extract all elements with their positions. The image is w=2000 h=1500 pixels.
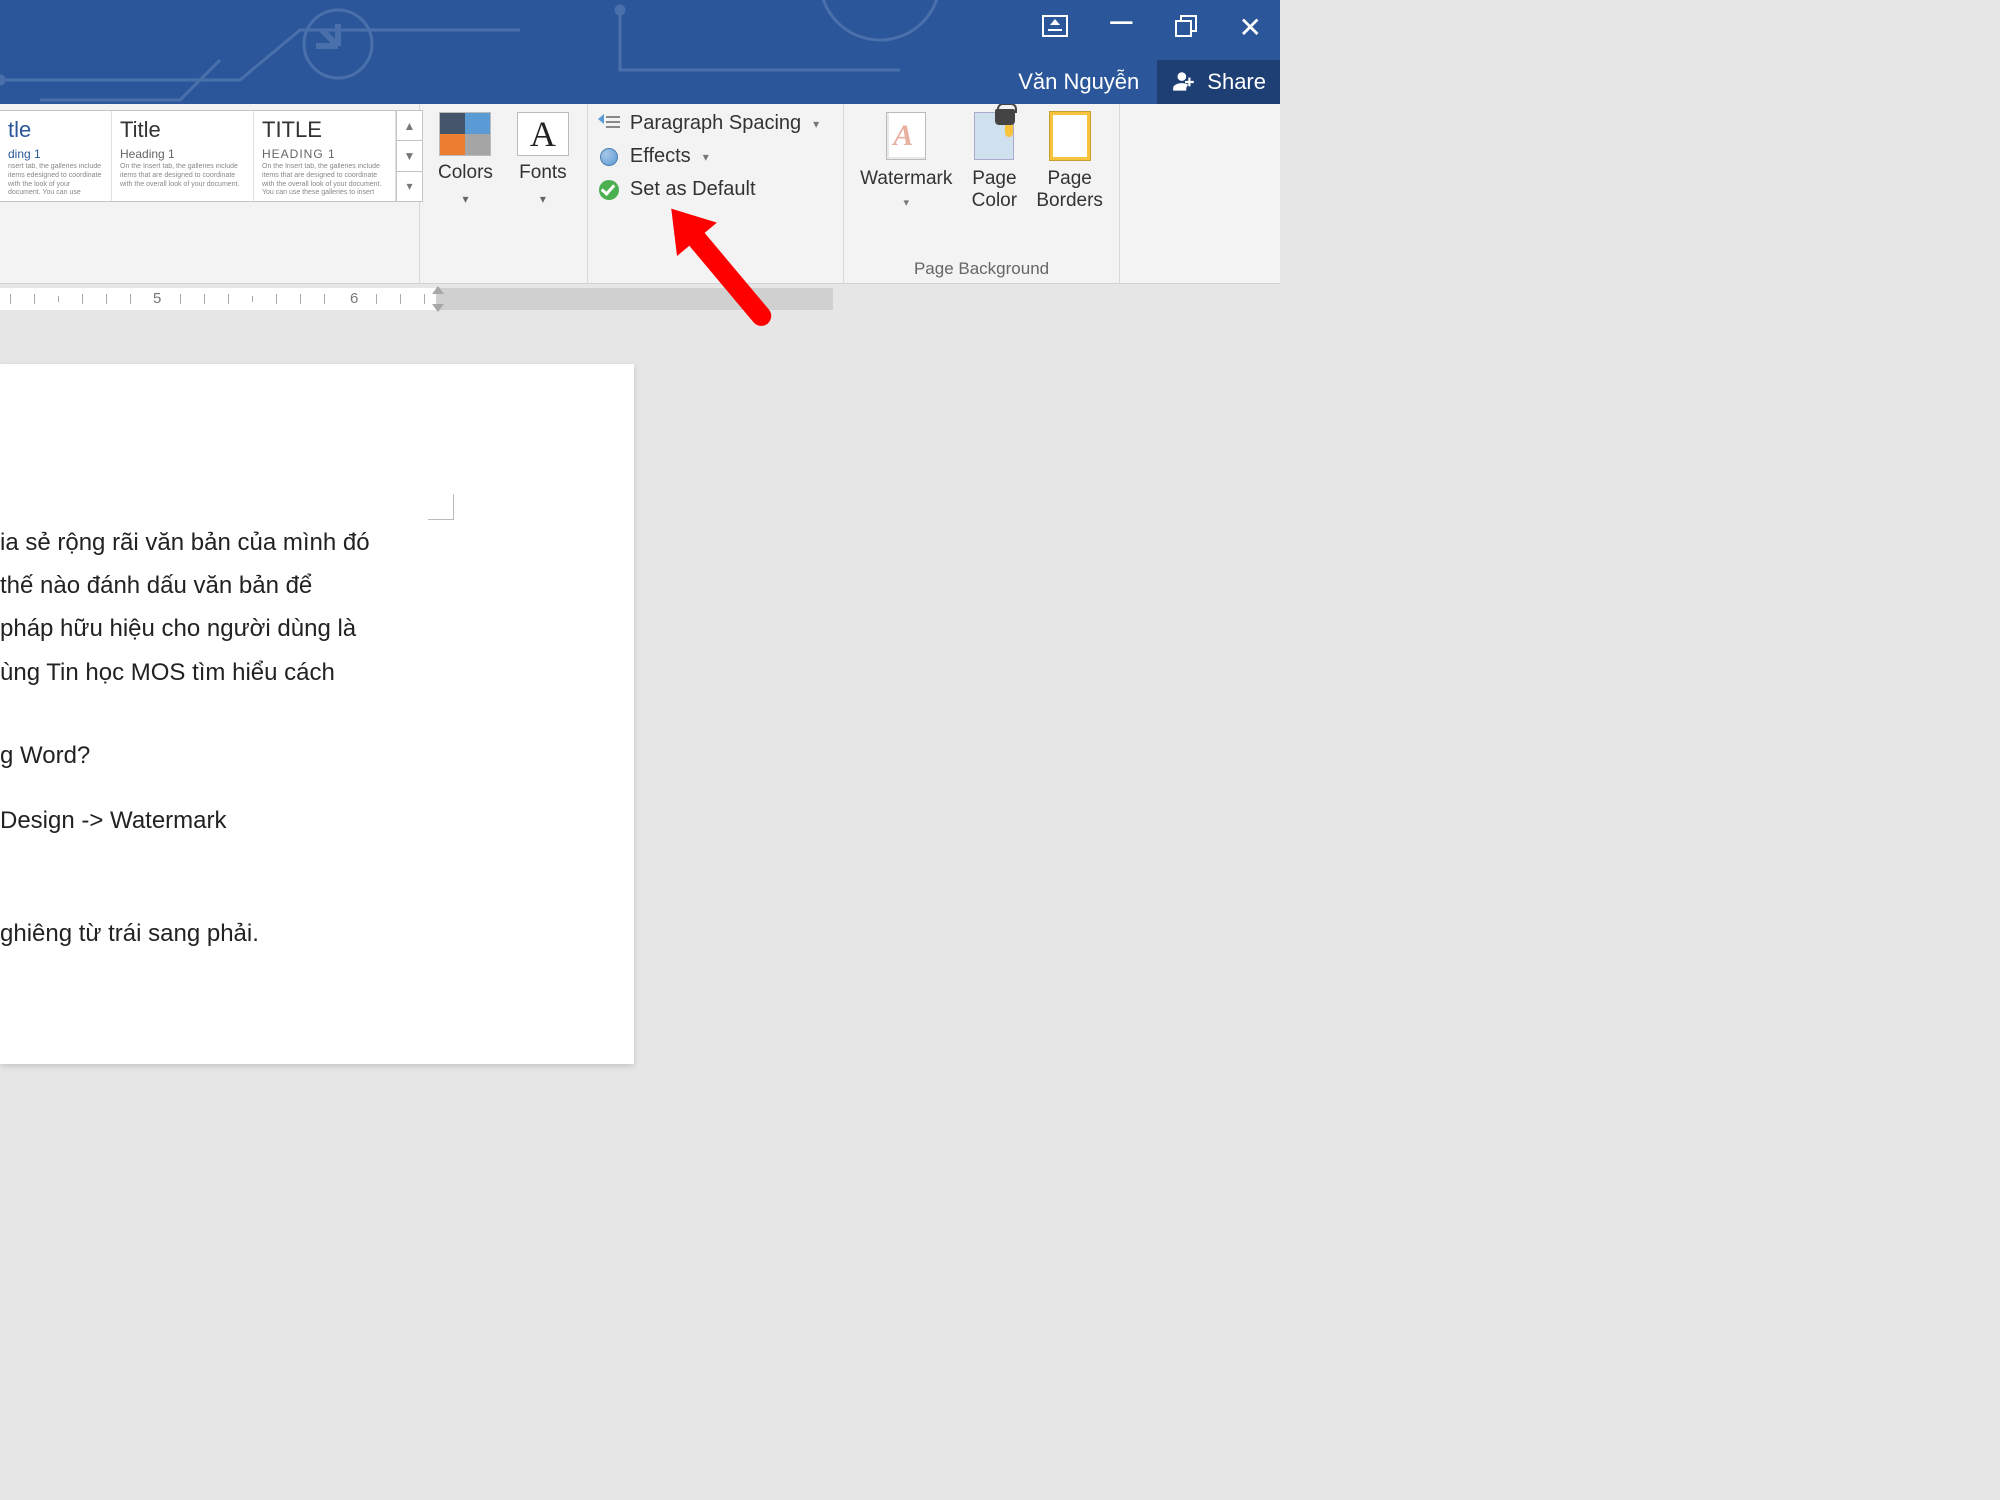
maximize-button[interactable]	[1175, 15, 1197, 42]
fonts-icon: A	[517, 112, 569, 156]
close-button[interactable]: ✕	[1239, 14, 1262, 42]
effects-icon	[598, 148, 620, 166]
share-button[interactable]: Share	[1157, 60, 1280, 104]
colors-fonts-group: Colors ▾ A Fonts ▾	[420, 104, 588, 283]
style-thumb-2[interactable]: Title Heading 1 On the Insert tab, the g…	[112, 111, 254, 201]
style-thumb-1[interactable]: tle ding 1 nsert tab, the galleries incl…	[0, 111, 112, 201]
page-borders-icon	[1046, 110, 1094, 162]
paragraph-spacing-button[interactable]: Paragraph Spacing ▾	[598, 112, 819, 135]
watermark-icon: A	[882, 110, 930, 162]
chevron-down-icon: ▾	[540, 192, 546, 206]
chevron-down-icon: ▾	[462, 192, 468, 206]
group-label-placeholder	[0, 255, 409, 279]
document-page[interactable]: ia sẻ rộng rãi văn bản của mình đó thế n…	[0, 364, 634, 1064]
share-label: Share	[1207, 69, 1266, 95]
page-borders-button[interactable]: Page Borders	[1036, 110, 1103, 212]
ribbon: tle ding 1 nsert tab, the galleries incl…	[0, 104, 1280, 284]
effects-button[interactable]: Effects ▾	[598, 145, 819, 168]
chevron-down-icon: ▾	[703, 150, 709, 164]
gallery-expand-icon[interactable]: ▾	[397, 172, 422, 201]
colors-button[interactable]: Colors ▾	[430, 110, 501, 206]
style-thumb-3[interactable]: TITLE HEADING 1 On the Insert tab, the g…	[254, 111, 396, 201]
margin-corner-mark	[428, 494, 454, 520]
share-person-icon	[1171, 69, 1197, 95]
gallery-scroll: ▲ ▼ ▾	[396, 111, 422, 201]
horizontal-ruler[interactable]: 5 6 7	[0, 284, 1280, 314]
themes-gallery[interactable]: tle ding 1 nsert tab, the galleries incl…	[0, 110, 423, 202]
check-icon	[598, 181, 620, 199]
document-canvas: ia sẻ rộng rãi văn bản của mình đó thế n…	[0, 314, 1280, 960]
account-user-name[interactable]: Văn Nguyễn	[1008, 60, 1157, 104]
document-body-text[interactable]: ia sẻ rộng rãi văn bản của mình đó thế n…	[0, 524, 634, 952]
page-background-group: A Watermark ▾ Page Color Page Borders Pa…	[844, 104, 1120, 283]
gallery-scroll-down-icon[interactable]: ▼	[397, 141, 422, 171]
document-formatting-group: tle ding 1 nsert tab, the galleries incl…	[0, 104, 420, 283]
paragraph-spacing-icon	[598, 115, 620, 133]
minimize-button[interactable]: –	[1110, 0, 1132, 40]
fonts-button[interactable]: A Fonts ▾	[509, 110, 577, 206]
gallery-scroll-up-icon[interactable]: ▲	[397, 111, 422, 141]
watermark-button[interactable]: A Watermark ▾	[860, 110, 952, 209]
page-background-group-label: Page Background	[854, 255, 1109, 279]
right-indent-marker-icon[interactable]	[432, 288, 444, 310]
chevron-down-icon: ▾	[813, 117, 819, 131]
ribbon-display-options-icon[interactable]	[1042, 15, 1068, 42]
chevron-down-icon: ▾	[904, 196, 910, 209]
page-color-button[interactable]: Page Color	[970, 110, 1018, 212]
colors-icon	[439, 112, 491, 156]
set-as-default-button[interactable]: Set as Default	[598, 178, 819, 201]
page-color-icon	[970, 110, 1018, 162]
title-bar: – ✕ Văn Nguyễn Share	[0, 0, 1280, 104]
